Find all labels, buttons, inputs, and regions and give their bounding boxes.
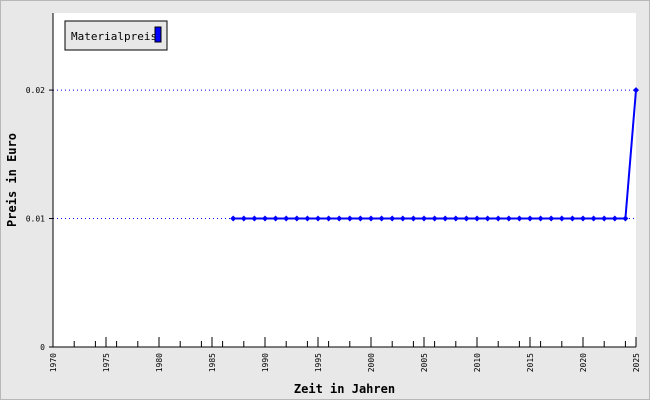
x-tick-label: 2025: [632, 353, 641, 372]
x-tick-label: 2020: [579, 353, 588, 372]
x-tick-label: 2000: [367, 353, 376, 372]
legend: Materialpreis: [64, 20, 168, 51]
x-axis-title: Zeit in Jahren: [294, 382, 395, 396]
plot-area: [53, 13, 636, 347]
chart-svg: 1970 1975 1980 1985 1990 1995 2000 2005 2010 2015…: [5, 13, 641, 396]
y-tick-labels: 0 0.01 0.02: [26, 86, 45, 352]
x-tick-label: 1995: [314, 353, 323, 372]
x-tick-label: 1975: [102, 353, 111, 372]
x-tick-label: 2005: [420, 353, 429, 372]
y-tick-label: 0.02: [26, 86, 45, 95]
legend-swatch: [154, 26, 162, 43]
x-tick-label: 2015: [526, 353, 535, 372]
x-tick-label: 1990: [261, 353, 270, 372]
y-tick-label: 0.01: [26, 215, 45, 224]
x-tick-label: 1970: [49, 353, 58, 372]
x-tick-label: 2010: [473, 353, 482, 372]
y-tick-label: 0: [40, 343, 45, 352]
x-tick-label: 1980: [155, 353, 164, 372]
x-tick-label: 1985: [208, 353, 217, 372]
y-axis-title: Preis in Euro: [5, 133, 19, 227]
legend-label: Materialpreis: [71, 30, 157, 43]
x-tick-labels: 1970 1975 1980 1985 1990 1995 2000 2005 2010 2015…: [49, 353, 641, 372]
